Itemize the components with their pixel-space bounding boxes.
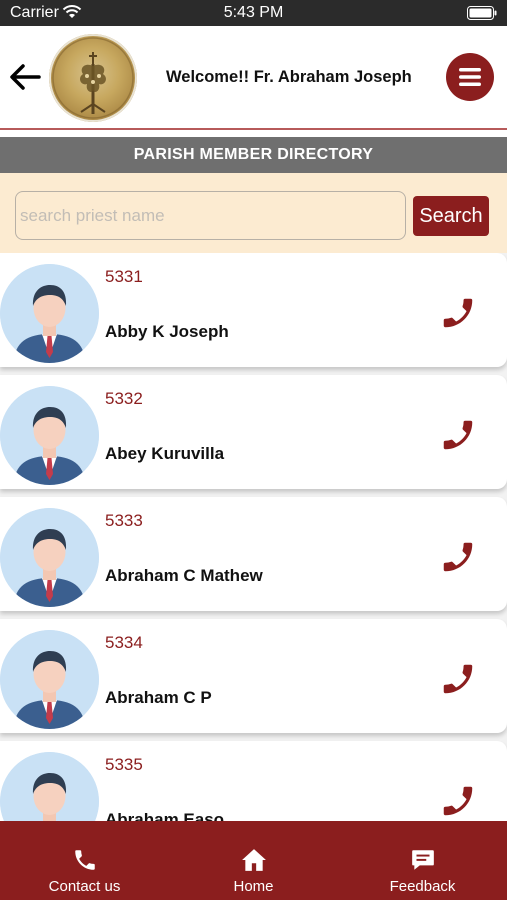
bottom-nav: Contact us Home Feedback <box>0 821 507 900</box>
tree-emblem-icon <box>52 37 134 119</box>
avatar <box>0 752 99 821</box>
home-icon <box>242 849 266 871</box>
hamburger-icon <box>459 68 481 86</box>
member-name: Abey Kuruvilla <box>105 444 225 463</box>
user-avatar-icon <box>0 630 99 729</box>
user-avatar-icon <box>0 508 99 607</box>
back-arrow-icon <box>10 64 41 90</box>
nav-label: Feedback <box>389 878 456 895</box>
nav-feedback[interactable]: Feedback <box>338 821 507 900</box>
user-avatar-icon <box>0 752 99 821</box>
avatar <box>0 630 99 729</box>
section-title: PARISH MEMBER DIRECTORY <box>0 137 507 173</box>
welcome-text: Welcome!! Fr. Abraham Joseph <box>166 68 412 86</box>
member-card[interactable]: 5335 Abraham Easo <box>0 741 507 821</box>
nav-label: Contact us <box>48 878 121 895</box>
avatar <box>0 386 99 485</box>
nav-label: Home <box>233 878 274 895</box>
header-divider <box>0 128 507 130</box>
call-button[interactable] <box>438 293 478 333</box>
nav-home[interactable]: Home <box>169 821 338 900</box>
phone-icon <box>443 298 473 328</box>
member-card[interactable]: 5332 Abey Kuruvilla <box>0 375 507 489</box>
member-name: Abraham C Mathew <box>105 566 263 585</box>
phone-icon <box>443 420 473 450</box>
phone-icon <box>443 542 473 572</box>
user-avatar-icon <box>0 264 99 363</box>
status-bar: Carrier 5:43 PM <box>0 0 507 26</box>
feedback-icon <box>412 850 434 870</box>
member-id: 5335 <box>105 755 143 774</box>
member-name: Abraham Easo <box>105 810 225 821</box>
member-id: 5334 <box>105 633 143 652</box>
back-button[interactable] <box>6 58 44 96</box>
member-card[interactable]: 5331 Abby K Joseph <box>0 253 507 367</box>
member-name: Abby K Joseph <box>105 322 229 341</box>
nav-contact-us[interactable]: Contact us <box>0 821 169 900</box>
search-button[interactable]: Search <box>413 196 489 236</box>
phone-icon <box>443 786 473 816</box>
call-button[interactable] <box>438 659 478 699</box>
call-button[interactable] <box>438 537 478 577</box>
member-id: 5332 <box>105 389 143 408</box>
member-id: 5333 <box>105 511 143 530</box>
member-card[interactable]: 5334 Abraham C P <box>0 619 507 733</box>
call-button[interactable] <box>438 415 478 455</box>
member-list[interactable]: 5331 Abby K Joseph 5332 Abey Kuruvilla 5… <box>0 253 507 821</box>
user-avatar-icon <box>0 386 99 485</box>
menu-button[interactable] <box>446 53 494 101</box>
avatar <box>0 264 99 363</box>
member-name: Abraham C P <box>105 688 212 707</box>
search-area: Search <box>0 173 507 253</box>
parish-logo <box>49 34 137 122</box>
call-button[interactable] <box>438 781 478 821</box>
search-input[interactable] <box>15 191 406 240</box>
member-card[interactable]: 5333 Abraham C Mathew <box>0 497 507 611</box>
status-time: 5:43 PM <box>223 4 284 21</box>
phone-icon <box>75 850 95 870</box>
phone-icon <box>443 664 473 694</box>
member-id: 5331 <box>105 267 143 286</box>
battery-icon <box>467 6 497 20</box>
avatar <box>0 508 99 607</box>
app-header: Welcome!! Fr. Abraham Joseph <box>0 26 507 130</box>
